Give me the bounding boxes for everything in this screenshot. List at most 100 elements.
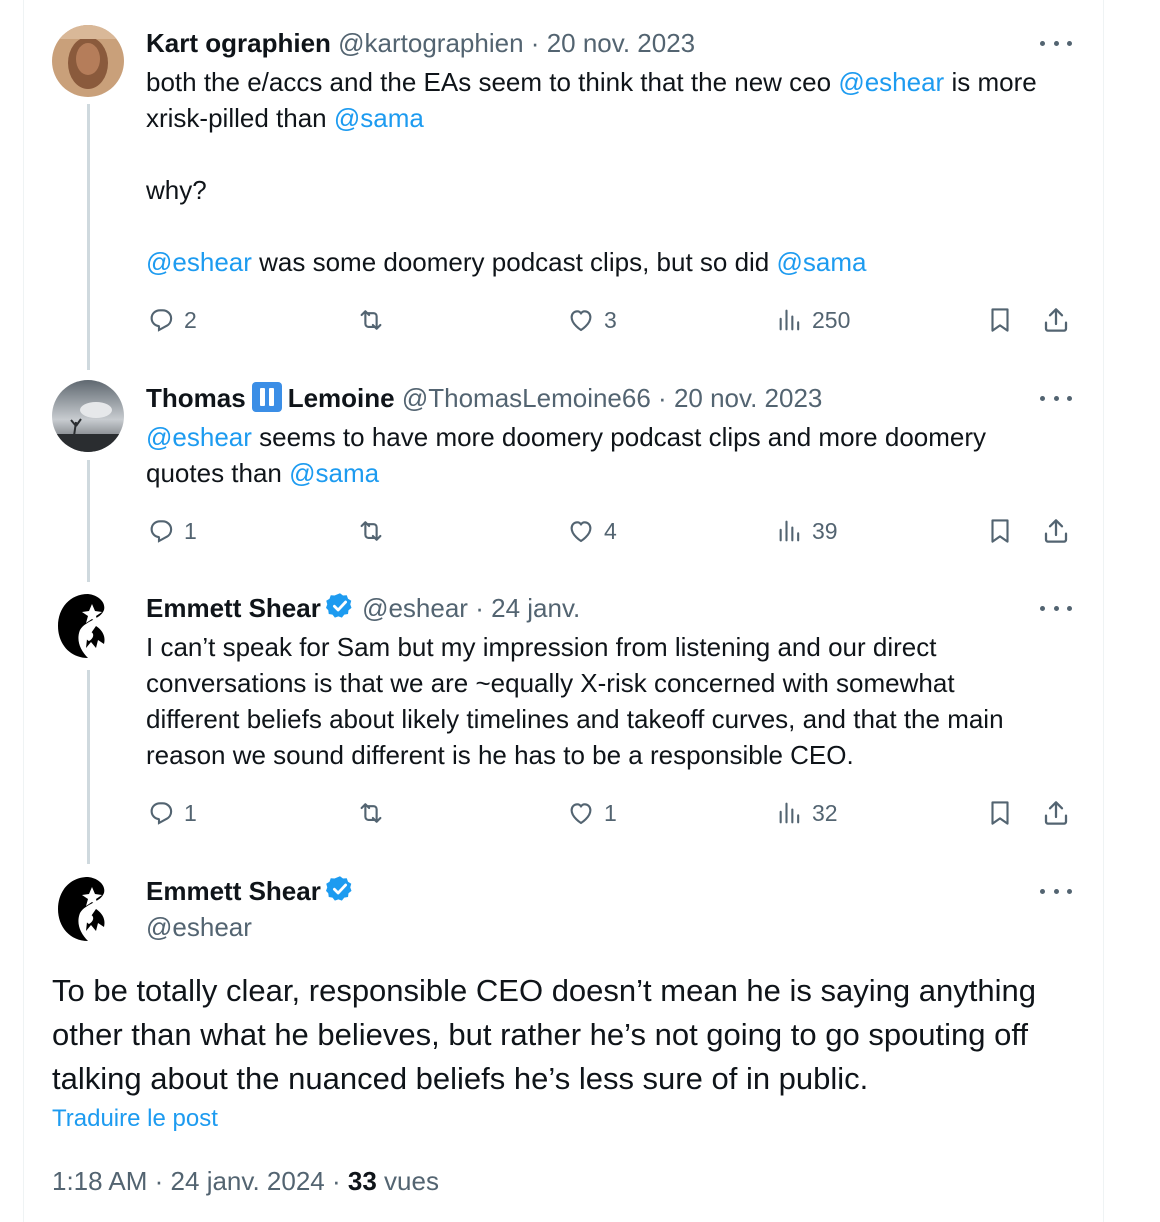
author-handle[interactable]: @ThomasLemoine66	[402, 383, 651, 413]
views-count: 39	[812, 517, 838, 544]
tweet-date[interactable]: 20 nov. 2023	[674, 383, 822, 413]
main-tweet-handle: @eshear	[146, 910, 252, 944]
more-icon[interactable]	[1040, 388, 1072, 408]
thread-line	[87, 104, 90, 370]
views-label: vues	[384, 1166, 439, 1196]
repost-icon	[360, 803, 382, 823]
bookmark-button[interactable]	[985, 514, 1015, 548]
author-name[interactable]: Kart ographien	[146, 28, 331, 58]
views-button[interactable]: 32	[776, 796, 838, 830]
main-tweet-author: Emmett Shear	[146, 874, 355, 908]
tweet-date[interactable]: 20 nov. 2023	[547, 28, 695, 58]
mention-link[interactable]: @eshear	[838, 67, 944, 97]
share-button[interactable]	[1040, 514, 1072, 548]
like-count: 4	[604, 517, 617, 544]
more-icon[interactable]	[1040, 33, 1072, 53]
tweet-text: @eshear seems to have more doomery podca…	[146, 419, 1056, 491]
author-handle[interactable]: @eshear	[362, 593, 468, 623]
like-count: 1	[604, 799, 617, 826]
views-icon	[779, 309, 800, 331]
tweet-timestamp: 1:18 AM · 24 janv. 2024 · 33 vues	[52, 1166, 439, 1197]
views-count: 32	[812, 799, 838, 826]
views-button[interactable]: 39	[776, 514, 838, 548]
pause-emoji-icon	[251, 382, 282, 412]
verified-badge-icon	[325, 593, 352, 618]
views-button[interactable]: 250	[776, 303, 850, 337]
reply-count: 1	[184, 517, 197, 544]
mention-link[interactable]: @eshear	[146, 247, 252, 277]
bookmark-icon	[991, 801, 1009, 825]
like-button[interactable]: 3	[566, 303, 617, 337]
mention-link[interactable]: @sama	[289, 458, 379, 488]
tweet-header: Emmett Shear @eshear · 24 janv.	[146, 591, 580, 625]
like-count: 3	[604, 306, 617, 333]
reply-button[interactable]: 2	[146, 303, 197, 337]
text-segment: seems to have more doomery podcast clips…	[146, 422, 987, 488]
share-button[interactable]	[1040, 303, 1072, 337]
bookmark-button[interactable]	[985, 796, 1015, 830]
separator-dot: ·	[658, 383, 667, 413]
reply-count: 1	[184, 799, 197, 826]
separator-dot: ·	[530, 28, 540, 58]
views-count: 250	[812, 306, 851, 333]
tweet-text: I can’t speak for Sam but my impression …	[146, 632, 1004, 770]
translate-post-link[interactable]: Traduire le post	[52, 1105, 218, 1133]
heart-icon	[570, 521, 592, 543]
reply-icon	[150, 309, 173, 332]
avatar[interactable]	[52, 25, 124, 97]
share-icon	[1044, 801, 1068, 825]
share-icon	[1044, 519, 1068, 543]
tweet-full-date[interactable]: 24 janv. 2024	[171, 1166, 325, 1196]
author-name-first[interactable]: Thomas	[146, 383, 246, 413]
thread-line	[87, 460, 90, 582]
reply-icon	[150, 802, 173, 825]
separator-dot: ·	[154, 1166, 164, 1196]
main-tweet-text: To be totally clear, responsible CEO doe…	[52, 973, 1036, 1096]
verified-badge-icon	[325, 876, 352, 901]
bookmark-button[interactable]	[985, 303, 1015, 337]
views-total: 33	[347, 1166, 377, 1196]
author-name-last[interactable]: Lemoine	[288, 383, 395, 413]
reply-button[interactable]: 1	[146, 514, 197, 548]
author-name[interactable]: Emmett Shear	[146, 593, 321, 623]
tweet-header: Thomas Lemoine @ThomasLemoine66 · 20 nov.…	[146, 381, 822, 415]
repost-icon	[360, 521, 382, 541]
share-icon	[1044, 308, 1068, 332]
text-segment: was some doomery podcast clips, but so d…	[251, 247, 777, 277]
author-handle[interactable]: @eshear	[146, 912, 252, 942]
tweet-header: Kart ographien @kartographien · 20 nov. …	[146, 26, 695, 60]
more-icon[interactable]	[1040, 881, 1072, 901]
like-button[interactable]: 4	[566, 514, 617, 548]
avatar[interactable]	[52, 380, 124, 452]
repost-button[interactable]	[355, 514, 395, 548]
text-segment: why?	[146, 175, 207, 205]
reply-button[interactable]: 1	[146, 796, 197, 830]
share-button[interactable]	[1040, 796, 1072, 830]
bookmark-icon	[991, 519, 1009, 543]
reply-icon	[150, 520, 173, 543]
repost-button[interactable]	[355, 796, 395, 830]
mention-link[interactable]: @sama	[777, 247, 867, 277]
separator-dot: ·	[475, 593, 484, 623]
repost-icon	[360, 310, 382, 330]
author-name[interactable]: Emmett Shear	[146, 876, 321, 906]
tweet-time[interactable]: 1:18 AM	[52, 1166, 147, 1196]
author-handle[interactable]: @kartographien	[338, 28, 523, 58]
thread-line	[87, 670, 90, 864]
avatar[interactable]	[52, 590, 124, 662]
views-icon	[779, 802, 800, 824]
reply-count: 2	[184, 306, 197, 333]
heart-icon	[570, 310, 592, 332]
avatar[interactable]	[52, 873, 124, 945]
repost-button[interactable]	[355, 303, 395, 337]
text-segment: both the e/accs and the EAs seem to thin…	[146, 67, 839, 97]
heart-icon	[570, 803, 592, 825]
views-icon	[779, 520, 800, 542]
mention-link[interactable]: @eshear	[146, 422, 252, 452]
like-button[interactable]: 1	[566, 796, 617, 830]
separator-dot: ·	[331, 1166, 341, 1196]
tweet-text: both the e/accs and the EAs seem to thin…	[146, 64, 1056, 280]
mention-link[interactable]: @sama	[334, 103, 424, 133]
more-icon[interactable]	[1040, 598, 1072, 618]
tweet-date[interactable]: 24 janv.	[491, 593, 580, 623]
